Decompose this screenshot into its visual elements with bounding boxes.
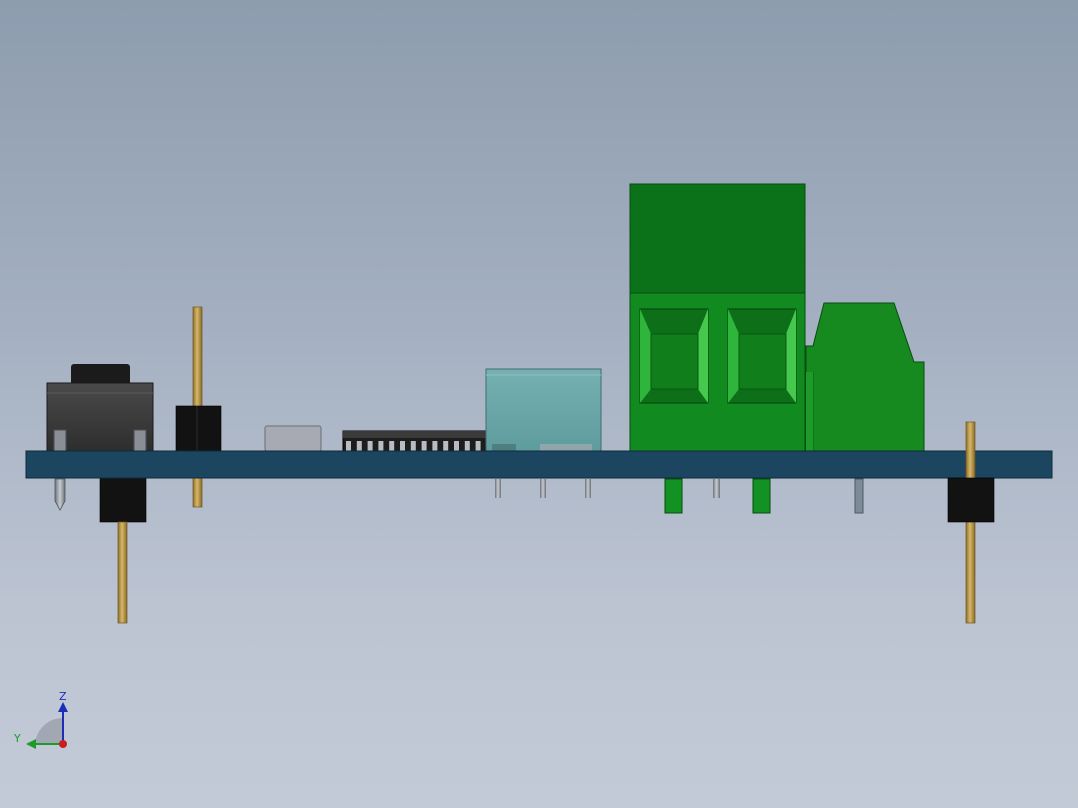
tactile-button-leg-left xyxy=(53,429,67,452)
ic-chip-lead xyxy=(356,441,362,451)
usb-connector-pin-1 xyxy=(495,479,501,498)
ic-chip-top xyxy=(343,431,486,438)
y-axis-arrow xyxy=(26,739,36,749)
screw-terminal-mid-pin xyxy=(713,479,720,498)
ic-chip-lead xyxy=(432,441,438,451)
usb-connector-shell xyxy=(485,368,602,452)
ic-chip-lead xyxy=(378,441,384,451)
ic-chip-lead xyxy=(464,441,470,451)
header-pin-left-lower-shaft xyxy=(117,521,128,624)
screw-terminal-pin-1 xyxy=(664,478,683,514)
screw-terminal-entry-2[interactable] xyxy=(727,308,797,404)
smd-component[interactable] xyxy=(264,425,322,452)
ic-chip[interactable] xyxy=(342,430,487,452)
header-pin-left-lower[interactable] xyxy=(99,477,147,624)
coordinate-triad: Z Y xyxy=(13,690,68,749)
tactile-button-leg-right xyxy=(133,429,147,452)
z-axis-label: Z xyxy=(59,690,67,703)
screw-terminal-pin-2 xyxy=(752,478,771,514)
side-connector-notch xyxy=(806,372,813,451)
header-pin-left-lower-spacer xyxy=(99,477,147,523)
usb-connector-pin-3 xyxy=(585,479,591,498)
screw-terminal-entry-2-hole xyxy=(738,333,787,390)
screw-terminal-entry-1-hole xyxy=(650,333,699,390)
usb-connector-tab-left xyxy=(492,444,516,451)
ic-chip-lead xyxy=(400,441,405,451)
y-axis-label: Y xyxy=(13,732,21,745)
pcb-board[interactable] xyxy=(25,450,1053,479)
ic-chip-lead xyxy=(367,441,373,451)
z-axis-arrow xyxy=(58,702,68,712)
ic-chip-lead xyxy=(346,441,351,451)
ic-chip-lead xyxy=(475,441,481,451)
side-connector-body xyxy=(805,302,925,452)
ic-chip-lead xyxy=(454,441,459,451)
header-pin-right-spacer xyxy=(947,477,995,523)
triad-arc xyxy=(35,717,63,744)
ic-chip-lead xyxy=(421,441,427,451)
side-connector[interactable] xyxy=(805,302,925,514)
ic-chip-lead xyxy=(389,441,395,451)
usb-connector-tab-right xyxy=(540,444,592,451)
usb-connector-pin-2 xyxy=(540,479,546,498)
side-connector-pin xyxy=(854,478,864,514)
screw-terminal-top xyxy=(629,183,806,295)
ic-chip-lead xyxy=(443,441,449,451)
tactile-button-pin-left xyxy=(54,478,66,511)
header-pin-right-shaft xyxy=(965,421,976,624)
ic-chip-lead xyxy=(410,441,416,451)
usb-connector[interactable] xyxy=(485,368,602,498)
screw-terminal-entry-1[interactable] xyxy=(639,308,709,404)
cad-3d-viewport[interactable] xyxy=(0,0,1078,808)
x-axis-dot xyxy=(59,740,67,748)
header-pin-left-upper-spacer xyxy=(175,405,222,452)
